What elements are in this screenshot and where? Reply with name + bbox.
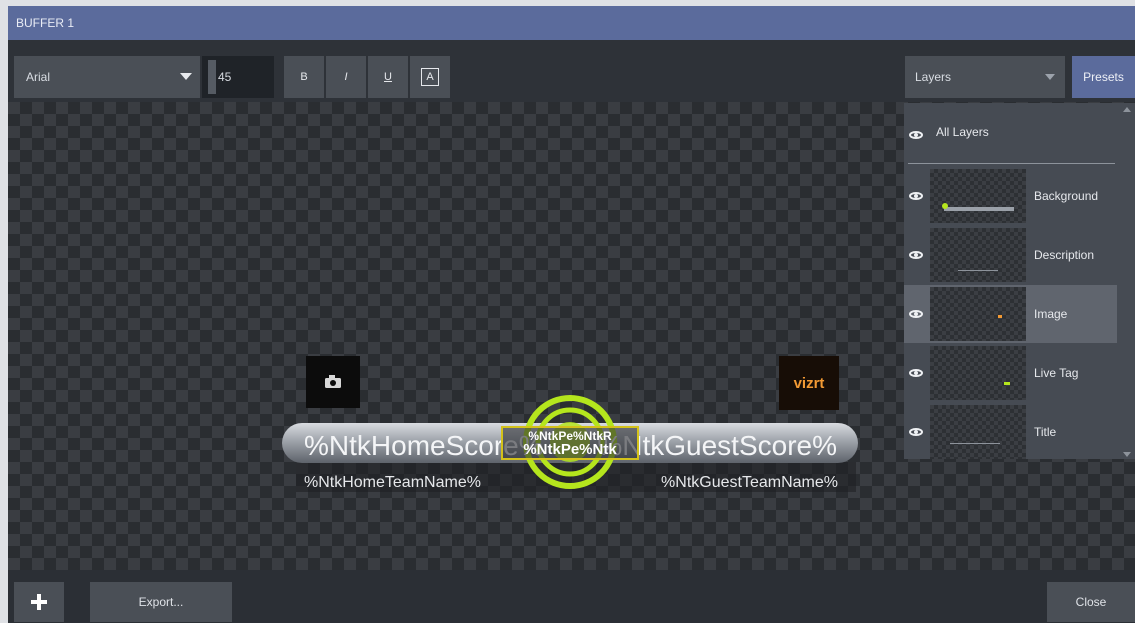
underline-button[interactable]: U — [368, 56, 408, 98]
title-bar: BUFFER 1 — [8, 6, 1135, 40]
eye-icon[interactable] — [909, 310, 923, 318]
layer-thumbnail — [930, 169, 1026, 223]
vizrt-logo[interactable]: vizrt — [779, 356, 839, 410]
layers-dropdown[interactable]: Layers — [905, 56, 1065, 98]
italic-label: I — [344, 71, 348, 83]
close-button[interactable]: Close — [1047, 582, 1135, 622]
scroll-down-icon[interactable] — [1123, 452, 1131, 457]
layers-panel: All Layers Background Description Image — [904, 103, 1135, 459]
underline-label: U — [384, 71, 392, 83]
export-button[interactable]: Export... — [90, 582, 232, 622]
presets-button[interactable]: Presets — [1072, 56, 1135, 98]
text-toolbar: Arial B I U A Layers Presets — [8, 40, 1135, 102]
font-size-control — [202, 56, 274, 98]
eye-icon[interactable] — [909, 131, 923, 139]
layer-label: Image — [1034, 307, 1068, 321]
layer-thumbnail — [930, 405, 1026, 459]
center-text: %NtkPe%Ntk — [523, 441, 617, 458]
layer-label: Background — [1034, 189, 1099, 203]
layer-label: Description — [1034, 248, 1095, 262]
font-size-input[interactable] — [216, 56, 274, 98]
scroll-up-icon[interactable] — [1123, 107, 1131, 112]
chevron-down-icon — [180, 73, 192, 80]
layer-label: Title — [1034, 425, 1057, 439]
guest-team-text: %NtkGuestTeamName% — [661, 474, 838, 491]
add-button[interactable] — [14, 582, 64, 622]
font-family-dropdown[interactable]: Arial — [14, 56, 200, 98]
bold-button[interactable]: B — [284, 56, 324, 98]
bottom-bar: Export... Close — [8, 570, 1135, 623]
font-family-value: Arial — [26, 70, 51, 84]
layer-thumbnail — [930, 228, 1026, 282]
shadow-button[interactable]: A — [410, 56, 450, 98]
all-layers-label: All Layers — [936, 125, 989, 139]
eye-icon[interactable] — [909, 369, 923, 377]
layer-item-background[interactable]: Background — [904, 167, 1117, 225]
layers-scrollbar[interactable] — [1123, 107, 1131, 457]
eye-icon[interactable] — [909, 428, 923, 436]
layer-item-image[interactable]: Image — [904, 285, 1117, 343]
divider — [908, 163, 1115, 164]
layer-thumbnail — [930, 346, 1026, 400]
layer-label: Live Tag — [1034, 366, 1079, 380]
layers-dropdown-label: Layers — [915, 70, 952, 84]
layer-item-description[interactable]: Description — [904, 226, 1117, 284]
eye-icon[interactable] — [909, 192, 923, 200]
home-image-placeholder[interactable] — [306, 356, 360, 408]
italic-button[interactable]: I — [326, 56, 366, 98]
window-title: BUFFER 1 — [16, 16, 75, 30]
home-team-text: %NtkHomeTeamName% — [304, 474, 481, 491]
layer-item-title[interactable]: Title — [904, 403, 1117, 461]
font-size-slider-handle[interactable] — [208, 60, 216, 94]
layer-thumbnail — [930, 287, 1026, 341]
eye-icon[interactable] — [909, 251, 923, 259]
bold-label: B — [300, 71, 308, 83]
layer-item-live-tag[interactable]: Live Tag — [904, 344, 1117, 402]
chevron-down-icon — [1045, 74, 1055, 80]
logo-text: vizrt — [794, 375, 825, 392]
shadow-label: A — [421, 68, 439, 86]
buffer-window: BUFFER 1 Arial B I U A Layers Presets — [8, 6, 1135, 623]
all-layers-row[interactable]: All Layers — [904, 103, 1135, 165]
